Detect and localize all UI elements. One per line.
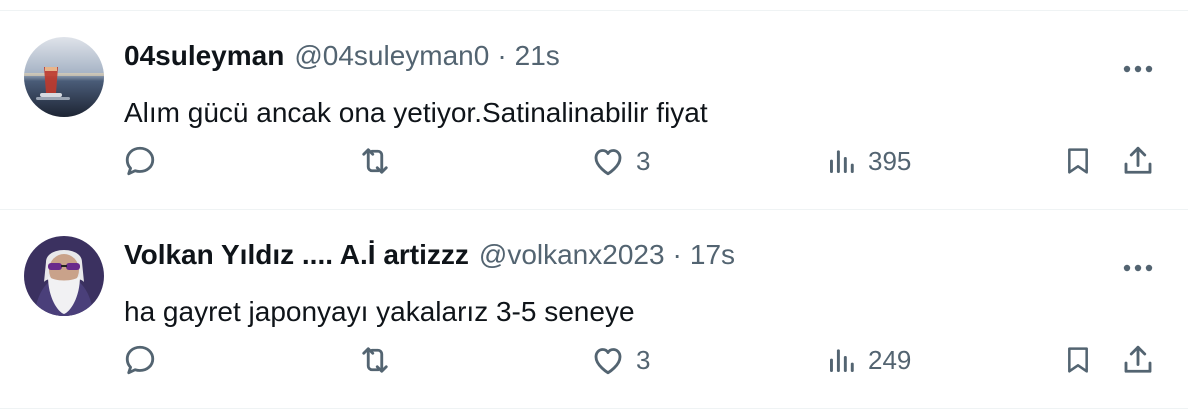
bookmark-icon (1062, 342, 1094, 378)
views-button[interactable]: 395 (826, 129, 911, 193)
like-button[interactable]: 3 (590, 129, 650, 193)
avatar[interactable] (24, 37, 104, 117)
separator: · (672, 239, 682, 270)
views-icon (826, 342, 858, 378)
user-handle[interactable]: @volkanx2023 (479, 238, 665, 272)
views-button[interactable]: 249 (826, 328, 911, 392)
tweet-item[interactable]: 04suleyman @04suleyman0 · 21s Alım gücü … (0, 11, 1188, 209)
share-button[interactable] (1120, 328, 1156, 392)
reply-icon (122, 342, 158, 378)
reply-icon (122, 143, 158, 179)
share-icon (1120, 342, 1156, 378)
retweet-icon (356, 143, 394, 179)
retweet-button[interactable] (356, 129, 394, 193)
retweet-icon (356, 342, 394, 378)
view-count: 249 (868, 344, 912, 375)
reply-button[interactable] (122, 129, 158, 193)
display-name[interactable]: 04suleyman (124, 39, 284, 73)
like-count: 3 (636, 344, 651, 375)
tweet-feed: 04suleyman @04suleyman0 · 21s Alım gücü … (0, 0, 1188, 418)
view-count: 395 (868, 145, 912, 176)
more-icon[interactable] (1112, 53, 1164, 85)
views-icon (826, 143, 858, 179)
timestamp[interactable]: 21s (515, 39, 560, 73)
display-name[interactable]: Volkan Yıldız .... A.İ artizzz (124, 238, 469, 272)
bookmark-button[interactable] (1062, 129, 1094, 193)
like-icon (590, 143, 626, 179)
retweet-button[interactable] (356, 328, 394, 392)
more-icon[interactable] (1112, 252, 1164, 284)
share-button[interactable] (1120, 129, 1156, 193)
like-count: 3 (636, 145, 651, 176)
tweet-text: Alım gücü ancak ona yetiyor.Satinalinabi… (124, 97, 708, 128)
tweet-header: 04suleyman @04suleyman0 · 21s (124, 39, 560, 73)
tweet-text: ha gayret japonyayı yakalarız 3-5 seneye (124, 296, 635, 327)
like-icon (590, 342, 626, 378)
bookmark-icon (1062, 143, 1094, 179)
bookmark-button[interactable] (1062, 328, 1094, 392)
tweet-header: Volkan Yıldız .... A.İ artizzz @volkanx2… (124, 238, 735, 272)
tweet-item[interactable]: Volkan Yıldız .... A.İ artizzz @volkanx2… (0, 210, 1188, 408)
divider (0, 408, 1188, 409)
timestamp[interactable]: 17s (690, 238, 735, 272)
reply-button[interactable] (122, 328, 158, 392)
separator: · (497, 40, 507, 71)
user-handle[interactable]: @04suleyman0 (294, 39, 489, 73)
like-button[interactable]: 3 (590, 328, 650, 392)
share-icon (1120, 143, 1156, 179)
avatar[interactable] (24, 236, 104, 316)
